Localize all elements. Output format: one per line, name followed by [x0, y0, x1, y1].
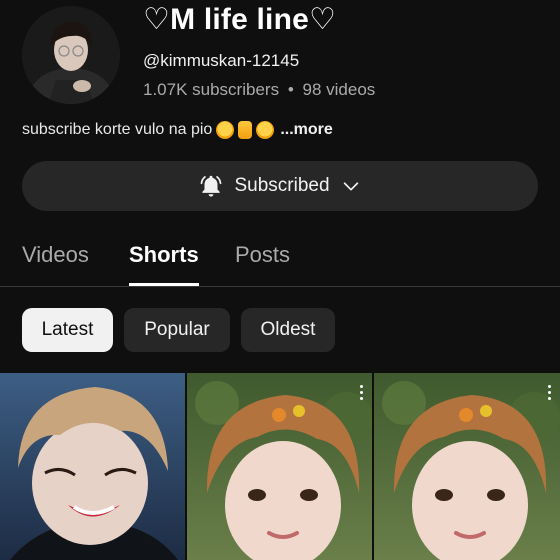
- tabs-divider: [0, 286, 560, 287]
- short-thumbnail-2[interactable]: [187, 373, 372, 560]
- channel-tabs: Videos Shorts Posts: [0, 238, 560, 286]
- description-text: subscribe korte vulo na pio: [22, 121, 213, 138]
- tab-videos[interactable]: Videos: [22, 242, 89, 268]
- subscribed-label: Subscribed: [234, 175, 330, 196]
- chevron-down-icon: [343, 182, 358, 191]
- hugging-face-emoji: [216, 121, 235, 139]
- subscriber-count: 1.07K subscribers: [143, 80, 280, 99]
- channel-stats: 1.07K subscribers • 98 videos: [143, 80, 375, 100]
- short-thumbnail-1[interactable]: [0, 373, 185, 560]
- video-count: 98 videos: [302, 80, 376, 99]
- channel-handle: @kimmuskan-12145: [143, 51, 300, 70]
- filter-chip-oldest[interactable]: Oldest: [241, 308, 335, 352]
- more-options-icon[interactable]: [546, 385, 552, 403]
- subscribed-button[interactable]: Subscribed: [22, 161, 538, 211]
- short-thumbnail-3[interactable]: [374, 373, 560, 560]
- thumbs-up-emoji: [238, 121, 253, 139]
- channel-title: ♡M life line♡: [143, 3, 337, 36]
- channel-description[interactable]: subscribe korte vulo na pio ...more: [22, 121, 333, 139]
- channel-avatar[interactable]: [22, 6, 120, 104]
- channel-page: ♡M life line♡ @kimmuskan-12145 1.07K sub…: [0, 0, 560, 560]
- tab-posts[interactable]: Posts: [235, 242, 290, 268]
- more-link[interactable]: ...more: [280, 121, 332, 139]
- bell-icon: [201, 175, 222, 197]
- stats-separator: •: [287, 80, 294, 99]
- tab-shorts[interactable]: Shorts: [129, 242, 199, 268]
- pleading-face-emoji: [256, 121, 275, 139]
- more-options-icon[interactable]: [358, 385, 364, 403]
- filter-chip-latest[interactable]: Latest: [22, 308, 113, 352]
- filter-chip-popular[interactable]: Popular: [124, 308, 230, 352]
